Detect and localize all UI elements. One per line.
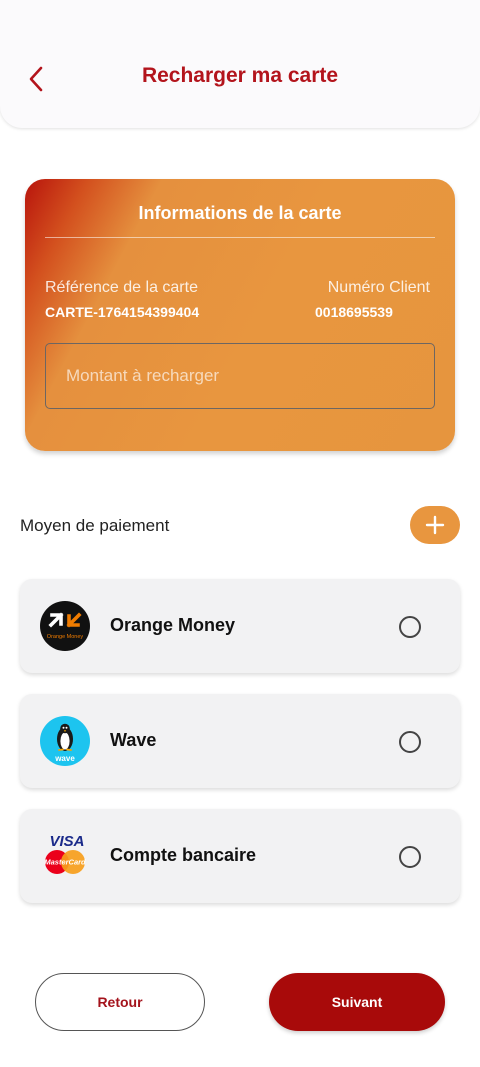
visa-mastercard-logo: VISA MasterCard: [44, 833, 86, 874]
app-header: Recharger ma carte: [0, 0, 480, 128]
radio-wave[interactable]: [399, 731, 421, 753]
payment-method-bank-account[interactable]: VISA MasterCard Compte bancaire: [20, 809, 460, 903]
wave-logo: wave: [40, 716, 90, 766]
client-number-label: Numéro Client: [327, 279, 430, 296]
card-info-panel: Informations de la carte Référence de la…: [25, 179, 455, 451]
orange-money-logo: Orange Money: [40, 601, 90, 651]
mastercard-logo-text: MasterCard: [44, 858, 86, 867]
page-title: Recharger ma carte: [141, 64, 339, 87]
add-payment-method-button[interactable]: [410, 506, 460, 544]
card-info-title: Informations de la carte: [138, 203, 342, 223]
card-reference-value: CARTE-1764154399404: [45, 304, 200, 320]
card-divider: [45, 237, 435, 238]
payment-method-label: Orange Money: [110, 615, 236, 635]
plus-icon: [425, 515, 445, 535]
next-button[interactable]: Suivant: [269, 973, 445, 1031]
payment-method-label: Compte bancaire: [110, 845, 257, 865]
amount-input[interactable]: [45, 343, 435, 409]
orange-money-logo-text: Orange Money: [47, 634, 84, 640]
client-number-value: 0018695539: [315, 304, 393, 320]
payment-method-label: Wave: [110, 730, 157, 750]
payment-method-wave[interactable]: wave Wave: [20, 694, 460, 788]
card-reference-label: Référence de la carte: [45, 279, 198, 296]
radio-orange-money[interactable]: [399, 616, 421, 638]
payment-method-label: Moyen de paiement: [20, 516, 170, 535]
payment-method-orange-money[interactable]: Orange Money Orange Money: [20, 579, 460, 673]
radio-bank-account[interactable]: [399, 846, 421, 868]
wave-logo-text: wave: [54, 754, 75, 763]
visa-logo-text: VISA: [49, 833, 84, 850]
back-footer-button[interactable]: Retour: [35, 973, 205, 1031]
